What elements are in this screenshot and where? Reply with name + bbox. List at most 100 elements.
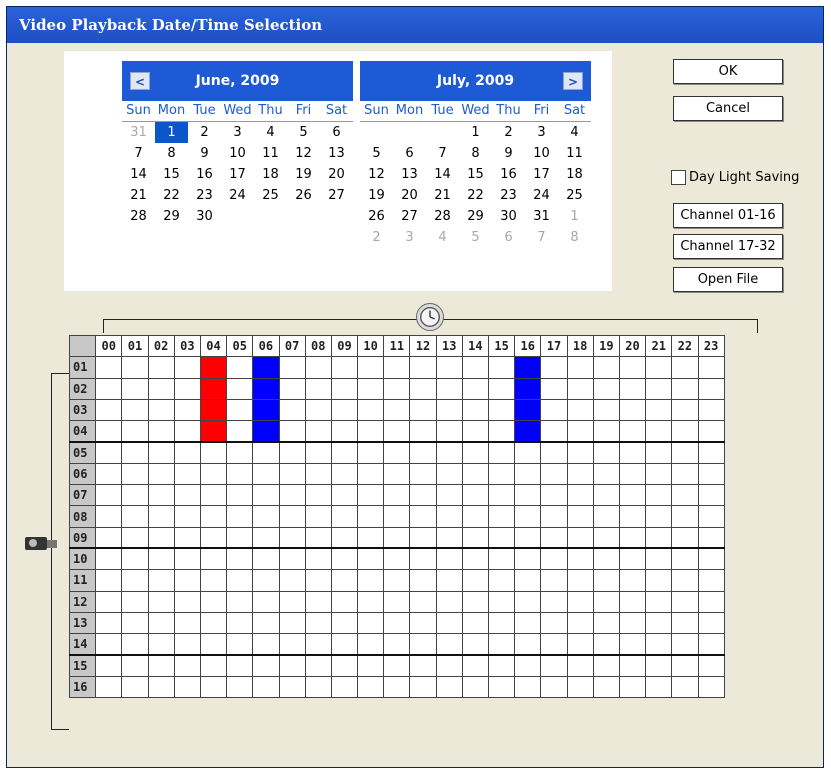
hour-header[interactable]: 02	[147, 334, 175, 358]
timeline-cell[interactable]	[461, 633, 490, 656]
timeline-cell[interactable]	[514, 569, 542, 592]
calendar-day[interactable]: 8	[459, 143, 492, 164]
recording-cell[interactable]	[199, 398, 228, 422]
timeline-cell[interactable]	[566, 526, 594, 549]
timeline-cell[interactable]	[147, 590, 175, 613]
channel-header[interactable]: 09	[68, 526, 97, 549]
timeline-cell[interactable]	[199, 547, 228, 571]
calendar-day[interactable]: 9	[492, 143, 525, 164]
timeline-cell[interactable]	[487, 505, 516, 528]
timeline-cell[interactable]	[540, 398, 568, 422]
timeline-cell[interactable]	[226, 653, 254, 677]
timeline-cell[interactable]	[357, 590, 385, 613]
timeline-cell[interactable]	[461, 611, 490, 635]
timeline-cell[interactable]	[514, 633, 542, 656]
timeline-cell[interactable]	[121, 420, 149, 443]
timeline-cell[interactable]	[645, 505, 673, 528]
timeline-cell[interactable]	[645, 484, 673, 507]
timeline-cell[interactable]	[226, 377, 254, 400]
timeline-cell[interactable]	[618, 462, 647, 486]
timeline-cell[interactable]	[618, 675, 647, 699]
timeline-cell[interactable]	[487, 420, 516, 443]
timeline-cell[interactable]	[357, 398, 385, 422]
hour-header[interactable]: 21	[645, 334, 673, 358]
timeline-cell[interactable]	[121, 675, 149, 699]
timeline-cell[interactable]	[330, 569, 359, 592]
calendar-day[interactable]: 19	[287, 164, 320, 185]
timeline-cell[interactable]	[95, 484, 123, 507]
calendar-day[interactable]: 12	[360, 164, 393, 185]
timeline-cell[interactable]	[173, 590, 201, 613]
calendar-day[interactable]: 10	[221, 143, 254, 164]
timeline-cell[interactable]	[514, 440, 542, 464]
timeline-cell[interactable]	[487, 547, 516, 571]
timeline-cell[interactable]	[121, 611, 149, 635]
calendar-day[interactable]: 12	[287, 143, 320, 164]
calendar-day[interactable]: 25	[254, 185, 287, 206]
calendar-day[interactable]: 30	[492, 206, 525, 227]
timeline-cell[interactable]	[409, 377, 437, 400]
timeline-cell[interactable]	[199, 462, 228, 486]
calendar-day[interactable]: 15	[459, 164, 492, 185]
hour-header[interactable]: 19	[592, 334, 620, 358]
timeline-cell[interactable]	[357, 462, 385, 486]
timeline-cell[interactable]	[618, 505, 647, 528]
timeline-cell[interactable]	[147, 462, 175, 486]
hour-header[interactable]: 16	[514, 334, 542, 358]
timeline-cell[interactable]	[618, 526, 647, 549]
timeline-cell[interactable]	[671, 398, 699, 422]
timeline-cell[interactable]	[252, 569, 280, 592]
timeline-cell[interactable]	[671, 505, 699, 528]
calendar-day[interactable]: 26	[360, 206, 393, 227]
calendar-day[interactable]: 2	[188, 122, 221, 143]
hour-header[interactable]: 22	[671, 334, 699, 358]
timeline-cell[interactable]	[697, 547, 725, 571]
timeline-cell[interactable]	[383, 356, 411, 379]
calendar-day[interactable]: 29	[459, 206, 492, 227]
timeline-cell[interactable]	[121, 590, 149, 613]
timeline-cell[interactable]	[95, 569, 123, 592]
timeline-cell[interactable]	[618, 653, 647, 677]
timeline-cell[interactable]	[252, 484, 280, 507]
timeline-cell[interactable]	[226, 675, 254, 699]
timeline-cell[interactable]	[697, 653, 725, 677]
timeline-cell[interactable]	[383, 377, 411, 400]
timeline-cell[interactable]	[566, 611, 594, 635]
timeline-cell[interactable]	[671, 526, 699, 549]
channel-header[interactable]: 12	[68, 590, 97, 613]
timeline-cell[interactable]	[147, 633, 175, 656]
timeline-cell[interactable]	[95, 398, 123, 422]
calendar-day[interactable]: 16	[492, 164, 525, 185]
timeline-cell[interactable]	[697, 569, 725, 592]
timeline-cell[interactable]	[278, 440, 306, 464]
timeline-cell[interactable]	[147, 440, 175, 464]
timeline-cell[interactable]	[199, 526, 228, 549]
timeline-cell[interactable]	[121, 505, 149, 528]
timeline-cell[interactable]	[173, 675, 201, 699]
timeline-cell[interactable]	[95, 675, 123, 699]
timeline-cell[interactable]	[697, 462, 725, 486]
hour-header[interactable]: 13	[435, 334, 463, 358]
timeline-cell[interactable]	[566, 440, 594, 464]
timeline-cell[interactable]	[330, 462, 359, 486]
timeline-cell[interactable]	[409, 420, 437, 443]
timeline-cell[interactable]	[461, 377, 490, 400]
timeline-cell[interactable]	[461, 569, 490, 592]
channel-header[interactable]: 04	[68, 420, 97, 443]
timeline-cell[interactable]	[383, 675, 411, 699]
timeline-cell[interactable]	[383, 505, 411, 528]
timeline-cell[interactable]	[461, 526, 490, 549]
timeline-cell[interactable]	[173, 547, 201, 571]
timeline-cell[interactable]	[409, 356, 437, 379]
timeline-cell[interactable]	[514, 590, 542, 613]
timeline-cell[interactable]	[618, 590, 647, 613]
timeline-cell[interactable]	[357, 526, 385, 549]
timeline-cell[interactable]	[409, 569, 437, 592]
timeline-cell[interactable]	[357, 420, 385, 443]
timeline-cell[interactable]	[304, 547, 332, 571]
timeline-cell[interactable]	[278, 653, 306, 677]
timeline-cell[interactable]	[697, 356, 725, 379]
timeline-cell[interactable]	[592, 505, 620, 528]
calendar-day[interactable]: 2	[360, 227, 393, 248]
timeline-cell[interactable]	[435, 377, 463, 400]
